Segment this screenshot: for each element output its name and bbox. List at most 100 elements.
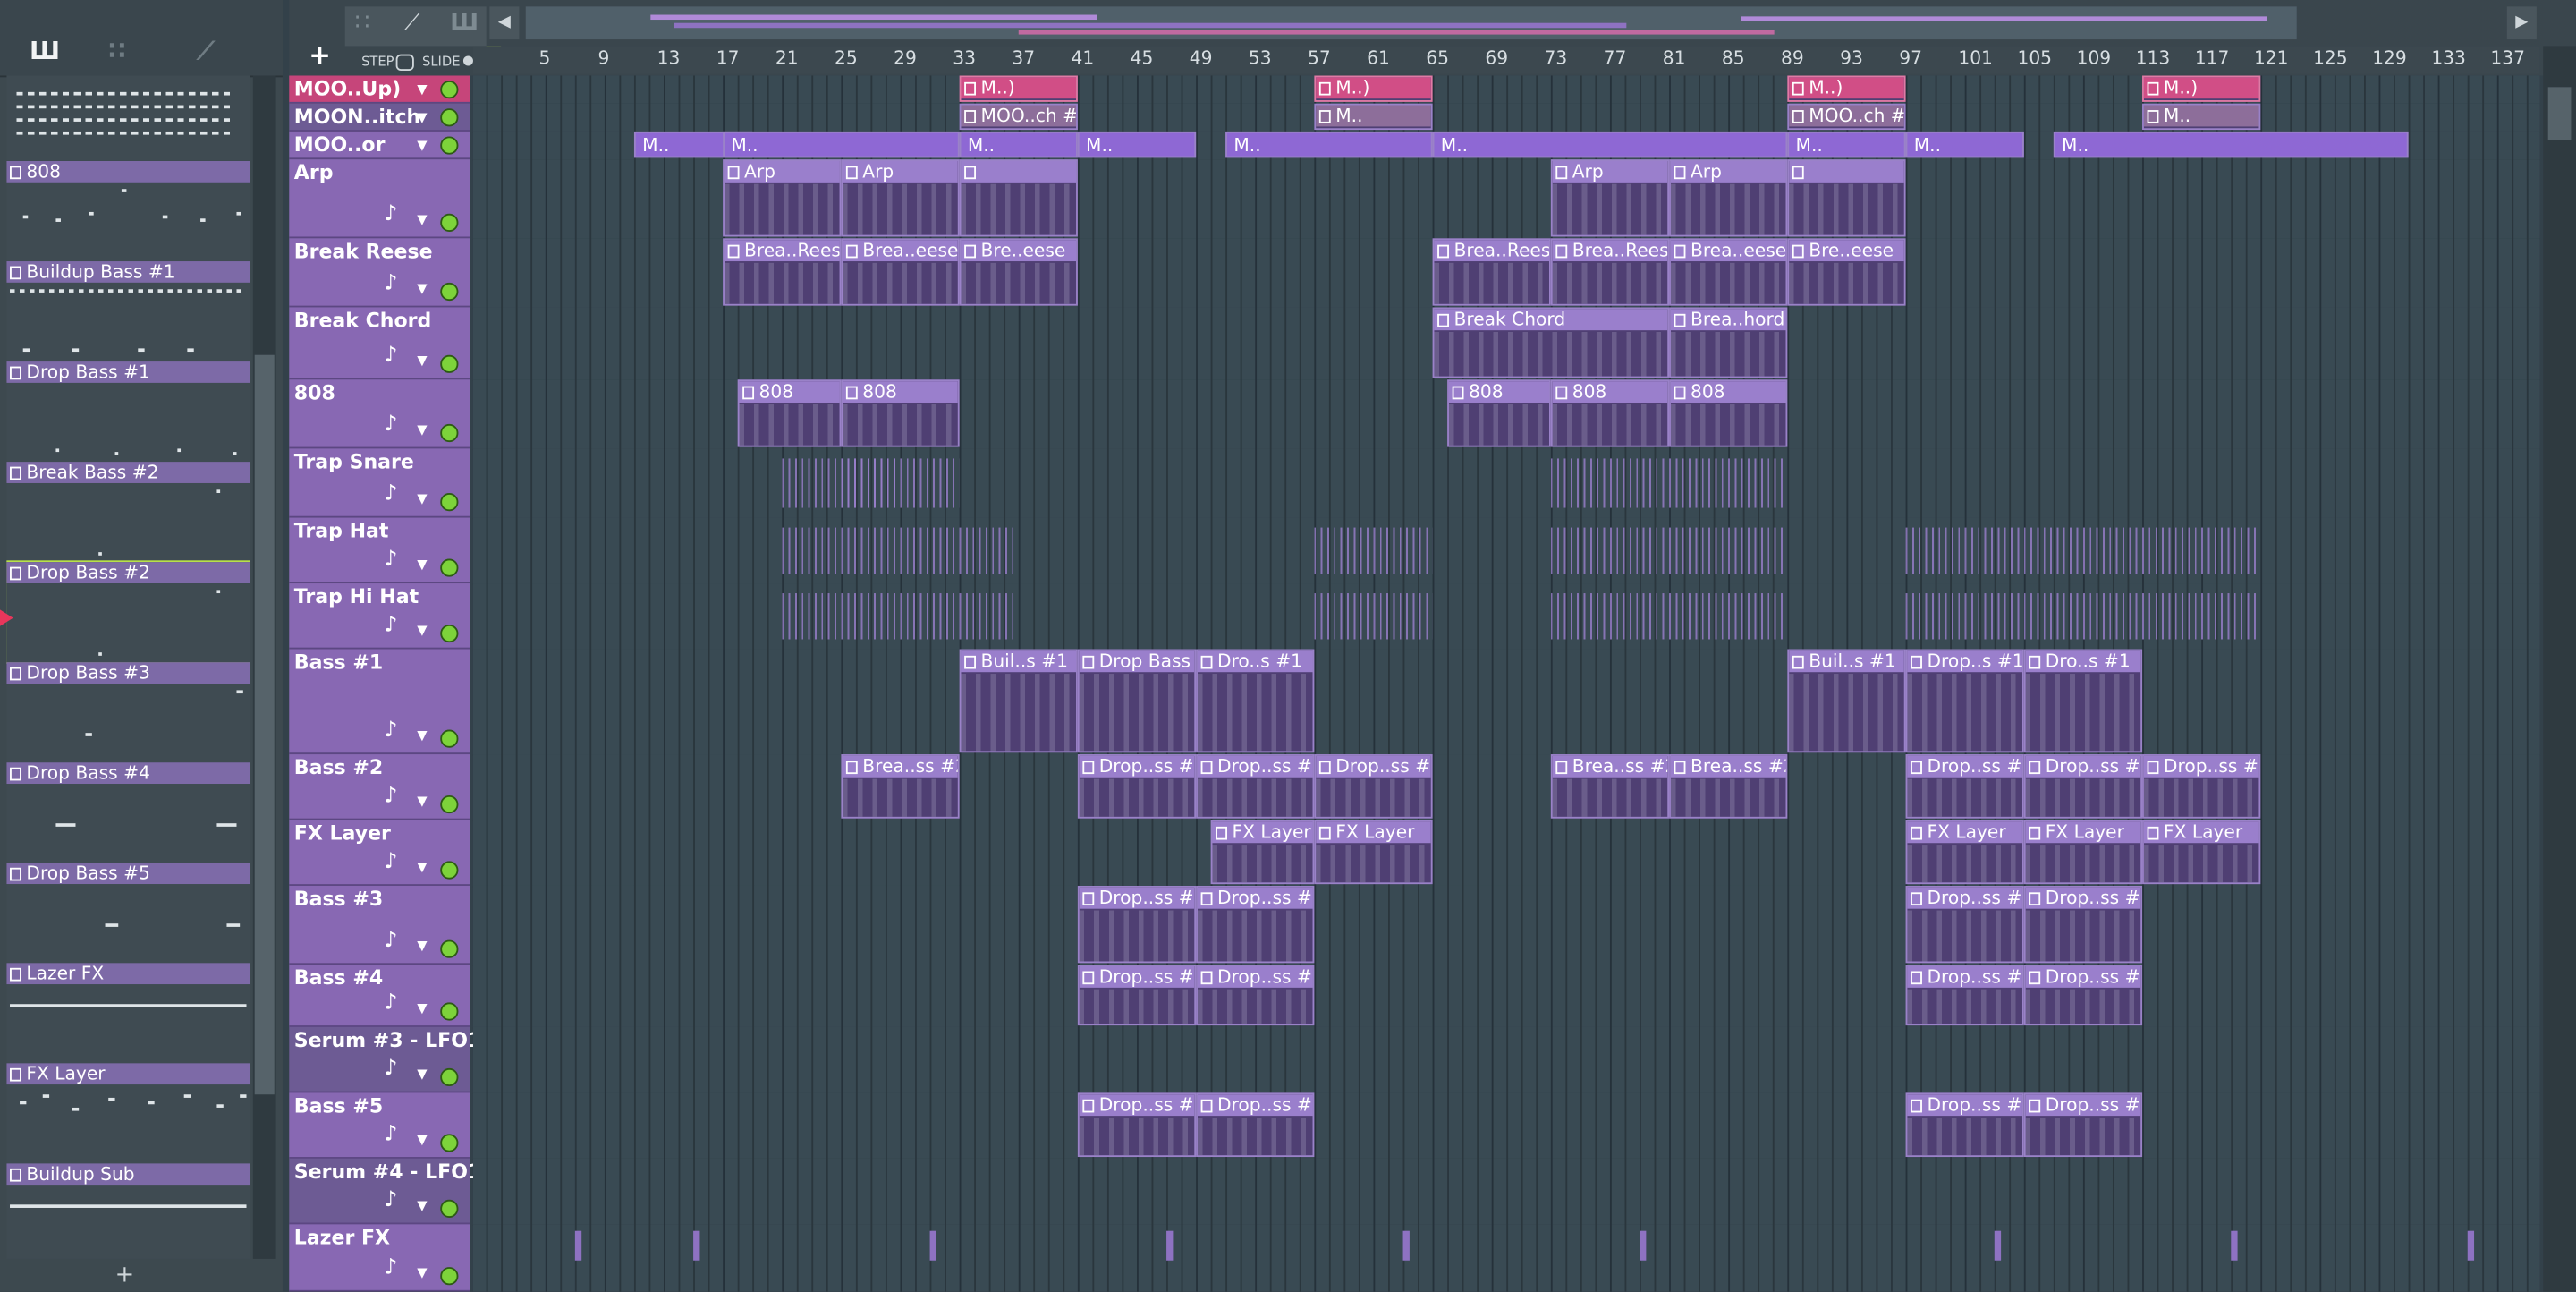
track-header[interactable]: Break Reese ♪ ▼ [289, 238, 470, 308]
pattern-clip[interactable]: Dro..s #1 [1196, 649, 1315, 753]
pattern-clip[interactable]: Arp [1669, 159, 1788, 237]
pattern-clip[interactable]: M..) [2142, 75, 2261, 102]
lazer-hit[interactable] [1402, 1230, 1410, 1261]
track-menu-arrow-icon[interactable]: ▼ [417, 1001, 427, 1016]
pattern-clip[interactable]: M.. [2053, 131, 2409, 158]
pattern-item-drop-bass-5[interactable]: Drop Bass #5 [6, 863, 250, 964]
track-header[interactable]: Bass #4 ♪ ▼ [289, 965, 470, 1027]
pattern-clip[interactable]: M.. [2142, 103, 2261, 131]
pattern-clip[interactable]: Drop..ss #3 [1077, 885, 1197, 964]
track-menu-arrow-icon[interactable]: ▼ [417, 82, 427, 98]
lazer-hit[interactable] [1994, 1230, 2002, 1261]
track-header[interactable]: Serum #4 - LFO1.. ♪ ▼ [289, 1158, 496, 1225]
pattern-item-break-bass-2[interactable]: Break Bass #2 [6, 462, 250, 563]
browser-scrollbar[interactable] [252, 75, 276, 1259]
audio-wave-icon[interactable]: ∷ [108, 36, 125, 65]
pattern-clip[interactable]: M.. [1077, 131, 1197, 158]
drum-hits[interactable] [841, 458, 960, 508]
pattern-clip[interactable]: Drop..s #1 [1905, 649, 2024, 753]
track-header[interactable]: Trap Snare ♪ ▼ [289, 448, 470, 518]
pattern-clip[interactable]: Brea..ss #2 [841, 754, 960, 819]
pattern-clip[interactable]: 808 [841, 379, 960, 447]
pattern-clip[interactable]: M..) [1314, 75, 1433, 102]
track-header[interactable]: Arp ♪ ▼ [289, 159, 470, 239]
track-enable-led[interactable] [440, 354, 459, 373]
track-enable-led[interactable] [440, 795, 459, 814]
track-enable-led[interactable] [440, 493, 459, 512]
song-overview[interactable] [525, 6, 2297, 40]
pattern-clip[interactable]: FX Layer [2023, 820, 2143, 885]
track-menu-arrow-icon[interactable]: ▼ [417, 860, 427, 875]
track-enable-led[interactable] [440, 108, 459, 127]
pattern-clip[interactable]: 808 [1669, 379, 1788, 447]
pattern-item-drop-bass-4[interactable]: Drop Bass #4 [6, 762, 250, 863]
track-header[interactable]: Bass #1 ♪ ▼ [289, 649, 470, 755]
pattern-clip[interactable]: Brea..Reese [1432, 238, 1551, 306]
timeline-ruler[interactable]: 5 9 13 17 21 25 29 33 37 41 45 49 53 57 61 65 69 73 77 81 85… [472, 46, 2540, 74]
track-enable-led[interactable] [440, 80, 459, 99]
overview-left-arrow-icon[interactable]: ◀ [489, 6, 520, 40]
pattern-clip[interactable]: FX Layer [1314, 820, 1433, 885]
pattern-clip[interactable] [1787, 159, 1906, 237]
track-menu-arrow-icon[interactable]: ▼ [417, 557, 427, 573]
track-menu-arrow-icon[interactable]: ▼ [417, 939, 427, 954]
drum-hits[interactable] [1905, 527, 2261, 574]
track-header[interactable]: Break Chord ♪ ▼ [289, 307, 470, 380]
track-menu-arrow-icon[interactable]: ▼ [417, 1067, 427, 1082]
track-header[interactable]: MOO..Up) ▼ [289, 75, 470, 104]
track-menu-arrow-icon[interactable]: ▼ [417, 1265, 427, 1280]
pattern-clip[interactable]: Brea..ss #2 [1669, 754, 1788, 819]
pattern-clip[interactable]: MOO..ch #2 [1787, 103, 1906, 131]
track-enable-led[interactable] [440, 1067, 459, 1087]
pattern-clip[interactable]: Brea..Reese [1550, 238, 1670, 306]
pattern-clip[interactable]: M.. [723, 131, 960, 158]
pattern-clip[interactable]: Arp [1550, 159, 1670, 237]
pattern-item-808[interactable]: 808 [6, 160, 250, 262]
track-menu-arrow-icon[interactable]: ▼ [417, 353, 427, 369]
pattern-clip[interactable]: Brea..eese [1669, 238, 1788, 306]
pattern-clip[interactable]: FX Layer [1210, 820, 1315, 885]
add-pattern-button[interactable]: + [115, 1262, 135, 1288]
track-menu-arrow-icon[interactable]: ▼ [417, 491, 427, 506]
pattern-clip[interactable]: Drop..ss #2 [1314, 754, 1433, 819]
pattern-clip[interactable]: Drop..ss #5 [2023, 1092, 2143, 1158]
track-menu-arrow-icon[interactable]: ▼ [417, 110, 427, 125]
track-enable-led[interactable] [440, 624, 459, 643]
pattern-clip[interactable]: M.. [959, 131, 1078, 158]
lazer-hit[interactable] [2231, 1230, 2238, 1261]
drum-hits[interactable] [1550, 593, 1788, 640]
pattern-item-drop-bass-2[interactable]: Drop Bass #2 [6, 560, 250, 665]
track-header[interactable]: 808 ♪ ▼ [289, 379, 470, 449]
pattern-clip[interactable]: M.. [1225, 131, 1433, 158]
track-header[interactable]: MOO..or ▼ [289, 131, 470, 160]
pattern-clip[interactable]: 808 [1550, 379, 1670, 447]
pattern-clip[interactable]: Drop..ss #4 [1905, 965, 2024, 1026]
track-header[interactable]: Bass #5 ♪ ▼ [289, 1092, 470, 1159]
pattern-clip[interactable]: Buil..s #1 [1787, 649, 1906, 753]
track-header[interactable]: Bass #2 ♪ ▼ [289, 754, 470, 820]
track-header[interactable]: MOON..itch ▼ [289, 103, 470, 132]
track-enable-led[interactable] [440, 558, 459, 577]
track-menu-arrow-icon[interactable]: ▼ [417, 794, 427, 809]
pattern-clip[interactable]: Drop..ss #2 [2142, 754, 2261, 819]
track-enable-led[interactable] [440, 136, 459, 155]
add-track-button[interactable]: + [309, 39, 331, 71]
track-enable-led[interactable] [440, 213, 459, 232]
pattern-clip[interactable]: Break Chord [1432, 307, 1670, 378]
pattern-clip[interactable]: MOO..ch #2 [959, 103, 1078, 131]
pattern-clip[interactable] [959, 159, 1078, 237]
pattern-clip[interactable]: Drop..ss #5 [1905, 1092, 2024, 1158]
track-header[interactable]: Lazer FX ♪ ▼ [289, 1224, 470, 1292]
scroll-thumb[interactable] [2547, 87, 2572, 140]
pattern-clip[interactable]: 808 [737, 379, 842, 447]
lazer-hit[interactable] [1166, 1230, 1174, 1261]
pattern-clip[interactable]: Drop..ss #3 [2023, 885, 2143, 964]
drum-hits[interactable] [1550, 527, 1788, 574]
track-enable-led[interactable] [440, 1002, 459, 1021]
step-toggle[interactable] [395, 54, 414, 71]
drum-hits[interactable] [1314, 593, 1433, 640]
pattern-item-lazer-fx[interactable]: Lazer FX [6, 963, 250, 1064]
slide-toggle[interactable] [462, 55, 473, 66]
lazer-hit[interactable] [1640, 1230, 1647, 1261]
pattern-clip[interactable]: Dro..s #1 [2023, 649, 2143, 753]
